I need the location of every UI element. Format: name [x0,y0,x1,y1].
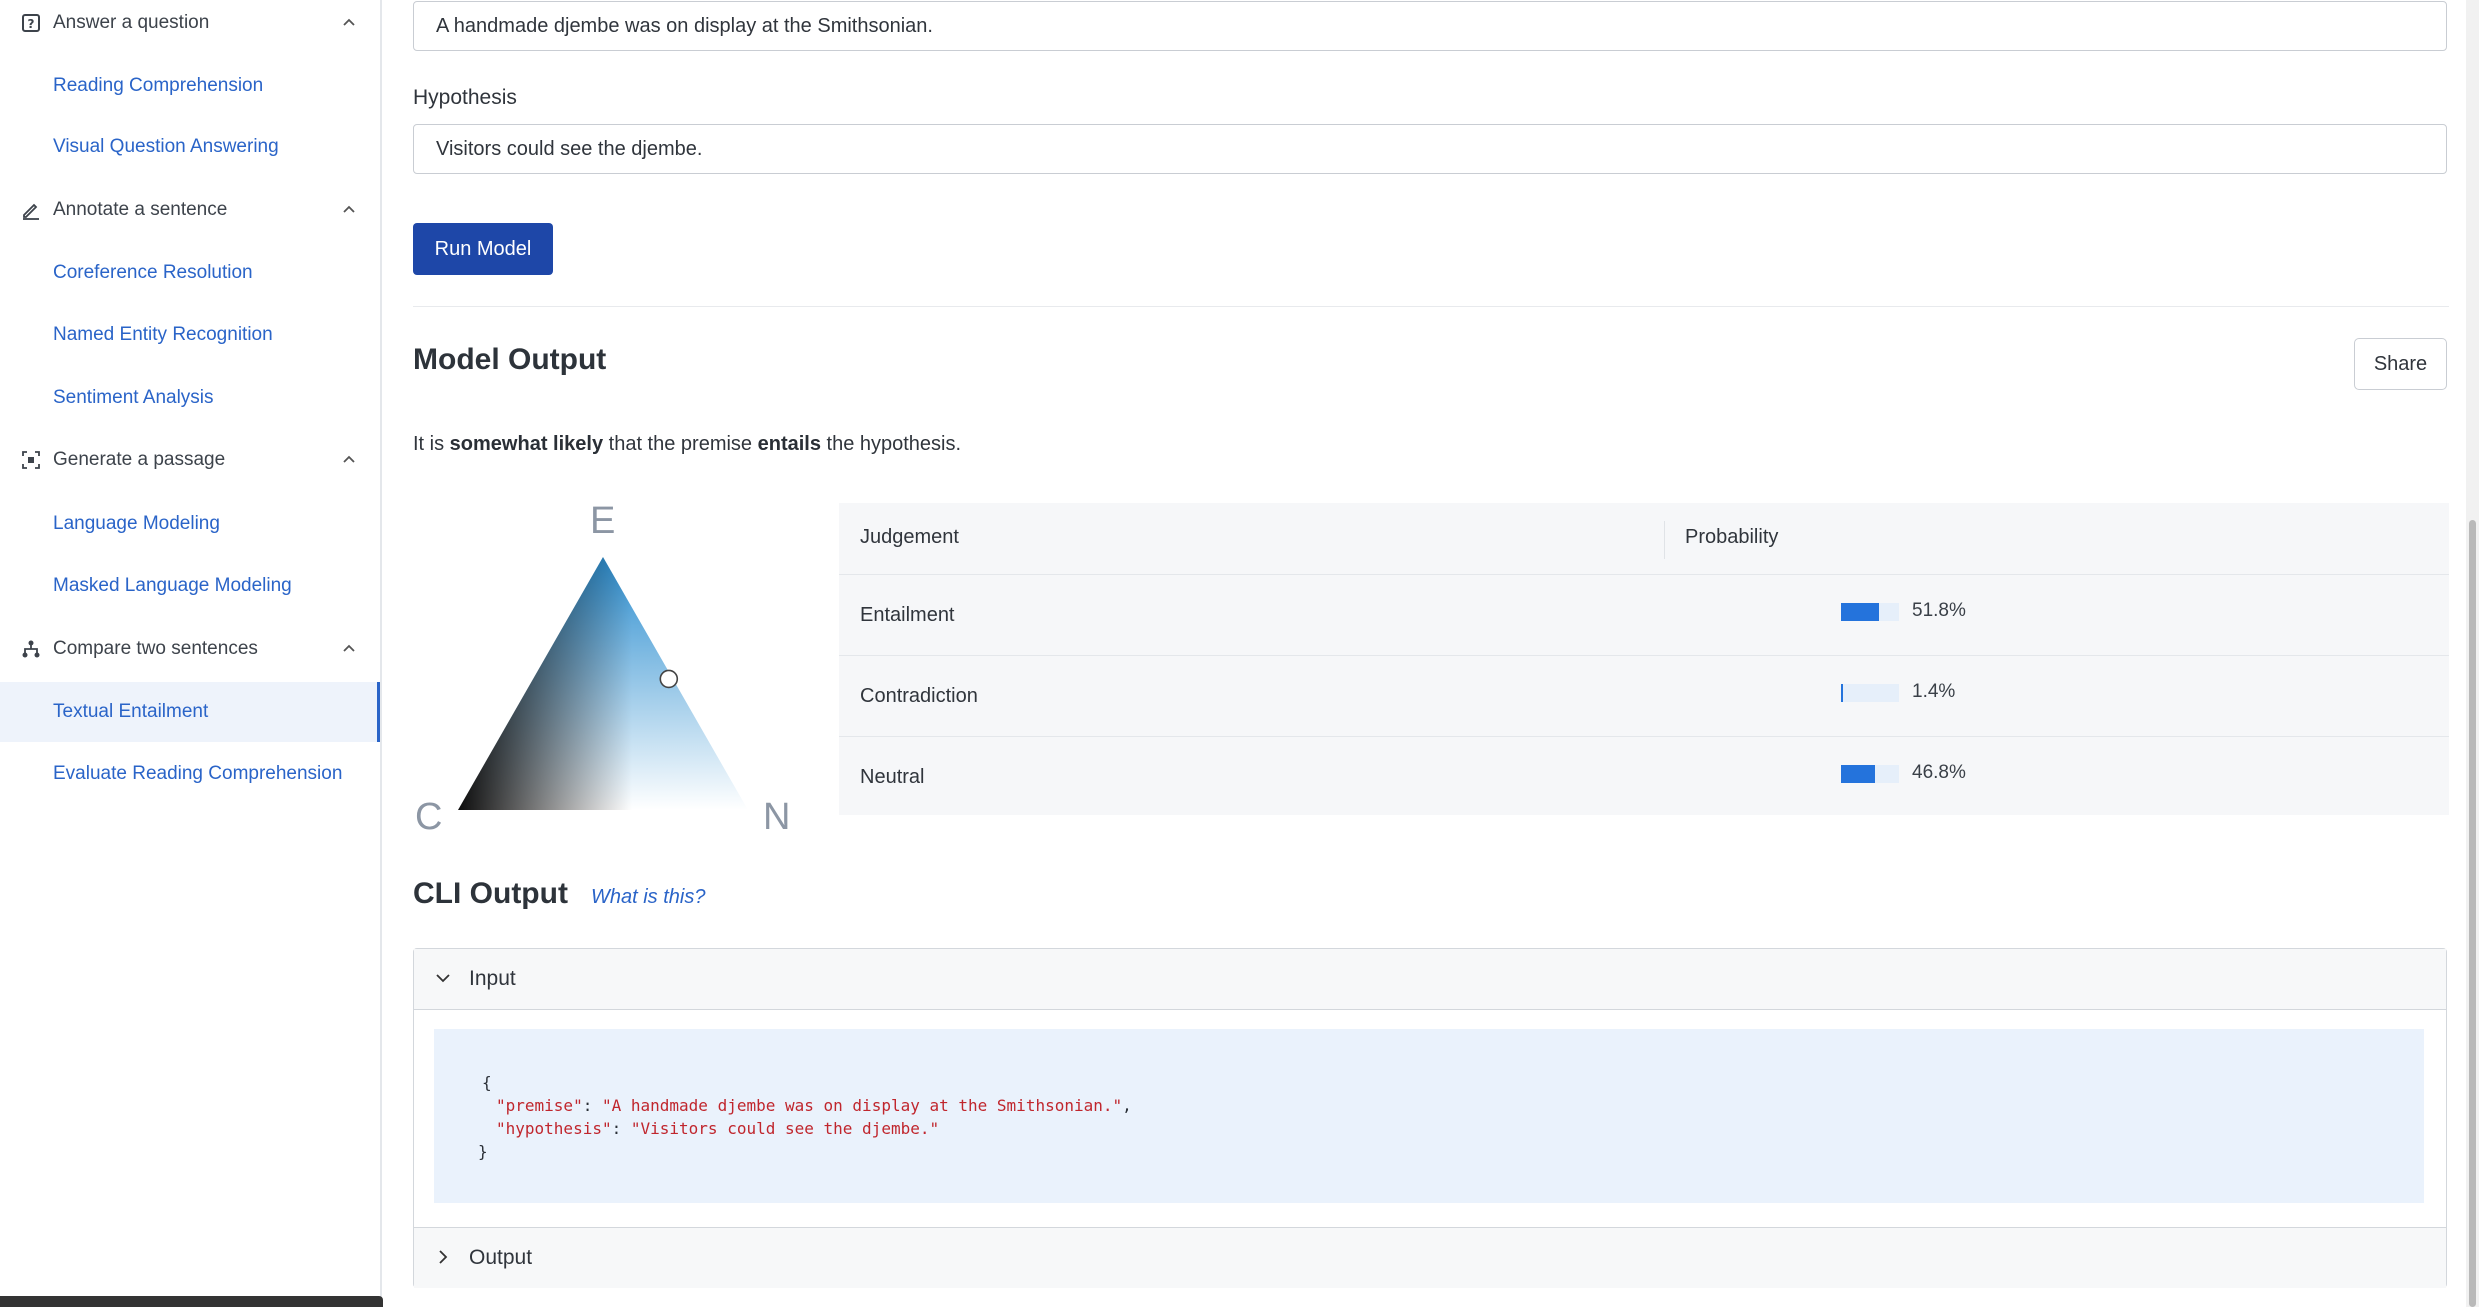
sidebar: ? Answer a question Reading Comprehensio… [0,0,383,1307]
sidebar-item-masked-language-modeling[interactable]: Masked Language Modeling [0,556,380,616]
probability-bar-fill [1841,765,1875,783]
hypothesis-input[interactable]: Visitors could see the djembe. [413,124,2447,174]
sidebar-group-compare-sentences[interactable]: Compare two sentences [0,619,380,679]
premise-input[interactable]: A handmade djembe was on display at the … [413,1,2447,51]
sidebar-item-textual-entailment[interactable]: Textual Entailment [0,682,380,742]
probability-value: 51.8% [1912,600,1966,621]
scrollbar-thumb[interactable] [2469,520,2476,1307]
probability-value: 1.4% [1912,681,1956,702]
sidebar-item-named-entity-recognition[interactable]: Named Entity Recognition [0,305,380,365]
triangle-plot [458,557,748,810]
entailment-triangle: E C N [413,500,813,850]
judgement-contradiction: Contradiction [860,685,978,707]
table-row: Neutral 46.8% [839,737,2449,815]
sidebar-group-answer-question[interactable]: ? Answer a question [0,0,380,53]
what-is-this-link[interactable]: What is this? [591,886,705,909]
sidebar-item-sentiment-analysis[interactable]: Sentiment Analysis [0,368,380,428]
model-output-title: Model Output [413,343,607,376]
probability-table: Judgement Probability Entailment 51.8% C… [839,503,2449,815]
hypothesis-label: Hypothesis [413,86,517,109]
sidebar-group-label: Annotate a sentence [53,199,228,220]
probability-value: 46.8% [1912,762,1966,783]
sidebar-item-language-modeling[interactable]: Language Modeling [0,494,380,554]
output-accordion-header[interactable]: Output [414,1227,2446,1288]
sidebar-group-label: Generate a passage [53,449,226,470]
probability-bar [1841,603,1899,621]
probability-bar-fill [1841,603,1879,621]
chevron-up-icon[interactable] [340,451,358,469]
share-button[interactable]: Share [2354,338,2447,390]
input-accordion-header[interactable]: Input [414,949,2446,1010]
table-row: Entailment 51.8% [839,575,2449,656]
chevron-up-icon[interactable] [340,201,358,219]
cli-accordion: Input { "premise": "A handmade djembe wa… [413,948,2447,1288]
header-probability: Probability [1685,526,1779,548]
probability-point [659,669,679,689]
cli-input-code: { "premise": "A handmade djembe was on d… [434,1029,2424,1203]
sidebar-item-visual-question-answering[interactable]: Visual Question Answering [0,117,380,177]
output-summary: It is somewhat likely that the premise e… [413,433,962,455]
probability-bar [1841,765,1899,783]
pencil-icon [20,199,42,221]
column-divider [1664,521,1665,559]
sidebar-item-reading-comprehension[interactable]: Reading Comprehension [0,56,380,116]
probability-bar-fill [1841,684,1843,702]
chevron-up-icon[interactable] [340,640,358,658]
chevron-up-icon[interactable] [340,14,358,32]
input-accordion-label: Input [469,967,516,990]
sidebar-group-label: Compare two sentences [53,638,258,659]
question-box-icon: ? [20,12,42,34]
page-scrollbar[interactable] [2466,0,2479,1307]
probability-bar [1841,684,1899,702]
svg-text:?: ? [28,17,35,31]
judgement-entailment: Entailment [860,604,955,626]
sidebar-item-coreference-resolution[interactable]: Coreference Resolution [0,243,380,303]
header-judgement: Judgement [860,526,959,548]
cli-output-title: CLI Output [413,877,568,910]
main-content: A handmade djembe was on display at the … [413,0,2449,1307]
sidebar-group-label: Answer a question [53,12,210,33]
sidebar-group-annotate-sentence[interactable]: Annotate a sentence [0,180,380,240]
table-row: Contradiction 1.4% [839,656,2449,737]
divider [413,306,2449,307]
hierarchy-icon [20,638,42,660]
sidebar-group-generate-passage[interactable]: Generate a passage [0,430,380,490]
run-model-button[interactable]: Run Model [413,223,553,275]
frame-expand-icon [20,449,42,471]
chevron-down-icon [436,974,450,983]
table-header-row: Judgement Probability [839,503,2449,575]
chevron-right-icon [439,1250,448,1264]
output-accordion-label: Output [469,1246,533,1269]
judgement-neutral: Neutral [860,766,925,788]
status-bar [0,1296,383,1307]
sidebar-item-evaluate-reading-comprehension[interactable]: Evaluate Reading Comprehension [0,744,380,804]
